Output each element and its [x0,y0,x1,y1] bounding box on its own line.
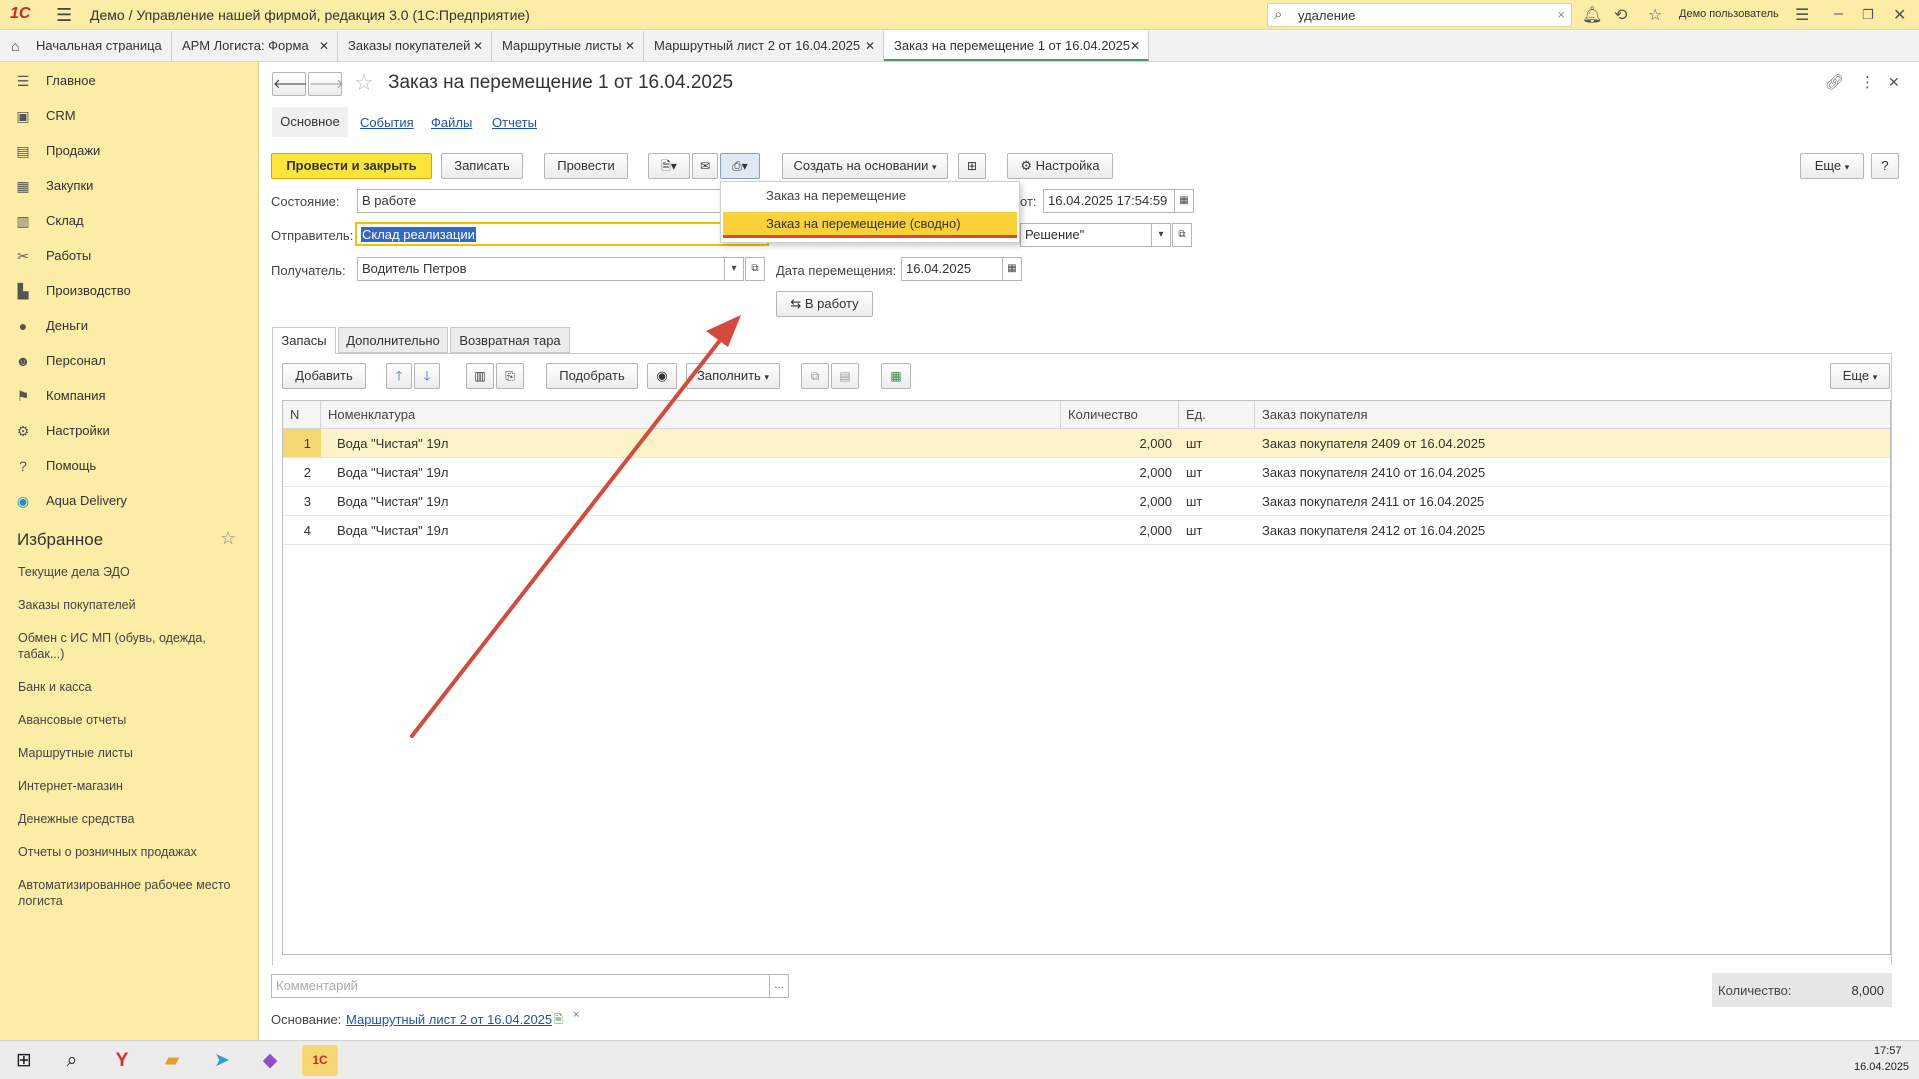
clock-time: 17:57 [1874,1045,1902,1057]
clock-date: 16.04.2025 [1854,1061,1910,1073]
windows-start-icon[interactable]: ⊞ [6,1045,42,1076]
file-explorer-icon[interactable]: ▰ [154,1045,190,1076]
telegram-icon[interactable]: ➤ [204,1045,240,1076]
1c-app-icon[interactable]: 1С [302,1045,338,1076]
yandex-browser-icon[interactable]: Y [104,1045,140,1076]
taskbar: ⊞ ⌕ Y ▰ ➤ ◆ 1С 17:57 16.04.2025 [0,1040,1919,1079]
search-icon[interactable]: ⌕ [54,1045,90,1076]
viber-icon[interactable]: ◆ [252,1045,288,1076]
annotation-arrow [410,315,741,738]
